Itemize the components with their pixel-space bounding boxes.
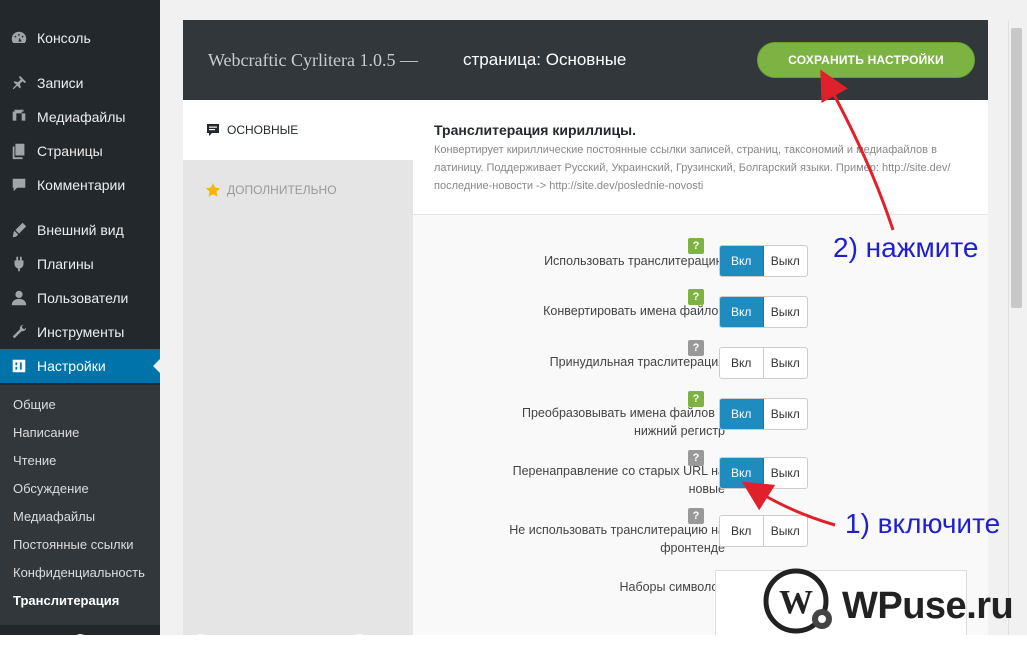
option-label: Перенаправление со старых URL на новые [512, 464, 725, 496]
toggle-on[interactable]: Вкл [720, 297, 764, 327]
sidebar-item-label: Внешний вид [37, 222, 124, 238]
sidebar-item-media[interactable]: Медиафайлы [0, 100, 160, 134]
sidebar-item-settings[interactable]: Настройки [0, 349, 161, 383]
toggle-redirect-old-urls[interactable]: Вкл Выкл [719, 457, 808, 489]
option-label: Преобразовывать имена файлов в нижний ре… [521, 406, 725, 438]
sidebar-item-console[interactable]: Консоль [0, 21, 160, 55]
wrench-icon [9, 322, 29, 342]
submenu-item-general[interactable]: Общие [13, 397, 56, 412]
toggle-off[interactable]: Выкл [764, 246, 808, 276]
tab-advanced[interactable]: ДОПОЛНИТЕЛЬНО [183, 160, 413, 220]
comment-icon [9, 175, 29, 195]
toggle-no-frontend-transliteration[interactable]: Вкл Выкл [719, 515, 808, 547]
section-header: Транслитерация кириллицы. Конвертирует к… [413, 100, 988, 215]
sidebar-item-tools[interactable]: Инструменты [0, 315, 160, 349]
help-icon[interactable]: ? [688, 508, 704, 524]
submenu-item-permalinks[interactable]: Постоянные ссылки [13, 537, 134, 552]
help-icon[interactable]: ? [688, 391, 704, 407]
toggle-on[interactable]: Вкл [720, 399, 764, 429]
tab-main[interactable]: ОСНОВНЫЕ [183, 100, 413, 160]
submenu-item-privacy[interactable]: Конфиденциальность [13, 565, 145, 580]
wordpress-logo-icon: W [763, 568, 832, 634]
sidebar-item-comments[interactable]: Комментарии [0, 168, 160, 202]
brush-icon [9, 220, 29, 240]
submenu-item-transliteration[interactable]: Транслитерация [13, 593, 119, 608]
toggle-on[interactable]: Вкл [720, 246, 764, 276]
sidebar-item-label: Плагины [37, 256, 94, 272]
dashboard-icon [9, 28, 29, 48]
toggle-off[interactable]: Выкл [764, 458, 808, 488]
submenu-item-reading[interactable]: Чтение [13, 453, 56, 468]
speech-bubble-icon [205, 122, 221, 138]
help-icon[interactable]: ? [688, 238, 704, 254]
sidebar-item-label: Медиафайлы [37, 109, 126, 125]
settings-submenu: Общие Написание Чтение Обсуждение Медиаф… [0, 385, 160, 625]
sidebar-item-users[interactable]: Пользователи [0, 281, 160, 315]
scrollbar[interactable] [1008, 20, 1023, 635]
toggle-off[interactable]: Выкл [764, 348, 808, 378]
submenu-item-discussion[interactable]: Обсуждение [13, 481, 89, 496]
sidebar-item-appearance[interactable]: Внешний вид [0, 213, 160, 247]
help-icon[interactable]: ? [688, 450, 704, 466]
toggle-convert-filenames[interactable]: Вкл Выкл [719, 296, 808, 328]
tab-label: ДОПОЛНИТЕЛЬНО [227, 183, 337, 197]
toggle-on[interactable]: Вкл [720, 348, 764, 378]
tab-label: ОСНОВНЫЕ [227, 123, 299, 137]
sidebar-item-plugins[interactable]: Плагины [0, 247, 160, 281]
watermark-text: WPuse.ru [842, 585, 1014, 627]
submenu-item-writing[interactable]: Написание [13, 425, 79, 440]
toggle-use-transliteration[interactable]: Вкл Выкл [719, 245, 808, 277]
help-icon[interactable]: ? [688, 340, 704, 356]
sidebar-item-label: Инструменты [37, 324, 125, 340]
toggle-off[interactable]: Выкл [764, 297, 808, 327]
torn-edge [0, 634, 1027, 657]
option-label: Использовать транслитерацию [544, 254, 725, 268]
pin-icon [9, 73, 29, 93]
section-description: Конвертирует кириллические постоянные сс… [434, 144, 951, 192]
option-label: Не использовать транслитерацию на фронте… [509, 523, 725, 555]
admin-sidebar: Консоль Записи Медиафайлы Страницы Комме… [0, 0, 161, 635]
help-icon[interactable]: ? [688, 289, 704, 305]
sidebar-item-posts[interactable]: Записи [0, 66, 160, 100]
user-icon [9, 288, 29, 308]
pages-icon [9, 141, 29, 161]
page-title: страница: Основные [463, 50, 627, 69]
toggle-on[interactable]: Вкл [720, 516, 764, 546]
settings-tabs: ОСНОВНЫЕ ДОПОЛНИТЕЛЬНО [183, 100, 413, 635]
plugin-title: Webcraftic Cyrlitera 1.0.5 — [208, 50, 418, 70]
plugin-icon [9, 254, 29, 274]
star-icon [205, 182, 221, 198]
toggle-off[interactable]: Выкл [764, 516, 808, 546]
submenu-item-media[interactable]: Медиафайлы [13, 509, 95, 524]
svg-text:W: W [779, 584, 813, 621]
toggle-force-transliteration[interactable]: Вкл Выкл [719, 347, 808, 379]
sidebar-item-label: Комментарии [37, 177, 126, 193]
annotation-step2: 2) нажмите [833, 232, 979, 263]
annotation-step1: 1) включите [845, 508, 1001, 539]
sidebar-item-label: Настройки [37, 358, 106, 374]
section-title: Транслитерация кириллицы. [434, 122, 636, 138]
sidebar-item-label: Страницы [37, 143, 103, 159]
plugin-header: Webcraftic Cyrlitera 1.0.5 — страница: О… [183, 20, 988, 100]
sidebar-item-label: Консоль [37, 30, 91, 46]
sidebar-item-label: Записи [37, 75, 84, 91]
media-icon [9, 107, 29, 127]
sidebar-item-pages[interactable]: Страницы [0, 134, 160, 168]
sidebar-item-label: Пользователи [37, 290, 129, 306]
toggle-on[interactable]: Вкл [720, 458, 764, 488]
save-settings-button[interactable]: СОХРАНИТЬ НАСТРОЙКИ [757, 42, 975, 78]
scrollbar-thumb[interactable] [1011, 28, 1022, 308]
settings-icon [9, 356, 29, 376]
toggle-lowercase-filenames[interactable]: Вкл Выкл [719, 398, 808, 430]
screenshot-stage: Консоль Записи Медиафайлы Страницы Комме… [0, 0, 1027, 657]
charset-label: Наборы символов [619, 580, 725, 594]
toggle-off[interactable]: Выкл [764, 399, 808, 429]
